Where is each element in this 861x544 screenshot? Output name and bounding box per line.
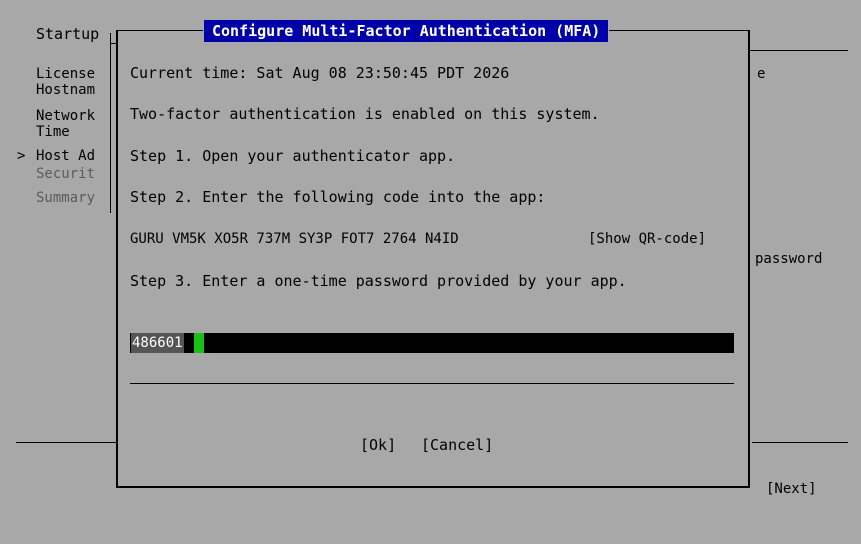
text-cursor [194,333,204,353]
current-item-marker: > [17,148,26,164]
secret-code: GURU VM5K XO5R 737M SY3P FOT7 2764 N4ID [130,231,459,247]
ok-button[interactable]: [Ok] [360,436,396,454]
next-button[interactable]: [Next] [766,480,817,498]
mfa-dialog [116,30,750,488]
otp-value: 486601 [131,333,184,353]
sidebar-item-security: Securit [36,166,96,182]
sidebar-item-hostname[interactable]: Hostnam [36,82,95,98]
sidebar-divider [110,33,111,213]
dialog-separator [130,383,734,384]
sidebar-item-license[interactable]: License [36,66,95,82]
cancel-button[interactable]: [Cancel] [421,436,493,454]
sidebar-item-time[interactable]: Time [36,124,70,140]
background-text-password: password [755,251,823,267]
top-rule-right [750,50,848,51]
step-3-text: Step 3. Enter a one-time password provid… [130,272,627,290]
mfa-enabled-message: Two-factor authentication is enabled on … [130,105,600,123]
current-time: Current time: Sat Aug 08 23:50:45 PDT 20… [130,64,510,82]
section-label: Startup [36,25,100,43]
step-2-text: Step 2. Enter the following code into th… [130,188,546,206]
sidebar-item-network[interactable]: Network [36,108,95,124]
background-text-e: e [757,66,766,82]
sidebar-item-summary: Summary [36,190,96,206]
one-time-password-input[interactable]: 486601 [130,333,734,353]
step-1-text: Step 1. Open your authenticator app. [130,147,456,165]
show-qr-code-button[interactable]: [Show QR-code] [588,230,706,248]
sidebar-item-host-address[interactable]: Host Ad [36,148,95,164]
bottom-rule-left [16,442,116,443]
bottom-rule-right [752,442,848,443]
dialog-title: Configure Multi-Factor Authentication (M… [204,20,609,42]
